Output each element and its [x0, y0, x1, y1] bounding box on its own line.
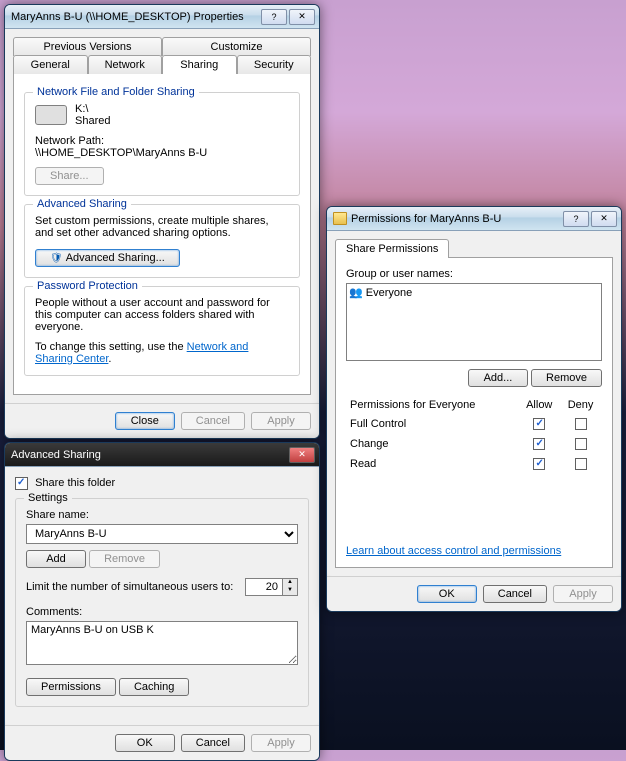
add-share-button[interactable]: Add — [26, 550, 86, 568]
nfs-group: Network File and Folder Sharing K:\ Shar… — [24, 92, 300, 196]
close-button[interactable]: ✕ — [591, 211, 617, 227]
tabs-row-2: General Network Sharing Security — [13, 55, 311, 74]
adv-sharing-group: Advanced Sharing Set custom permissions,… — [24, 204, 300, 278]
share-button[interactable]: Share... — [35, 167, 104, 185]
tab-share-permissions[interactable]: Share Permissions — [335, 239, 449, 258]
users-listbox[interactable]: Everyone — [346, 283, 602, 361]
perm-row-change: Change — [348, 435, 600, 453]
change-deny[interactable] — [575, 438, 587, 450]
allow-header: Allow — [519, 397, 559, 413]
adv-text: Set custom permissions, create multiple … — [35, 215, 289, 239]
perm-panel: Group or user names: Everyone Add... Rem… — [335, 257, 613, 568]
share-name-label: Share name: — [26, 509, 298, 521]
window-title: Permissions for MaryAnns B-U — [351, 213, 561, 225]
adv-body: Share this folder Settings Share name: M… — [5, 467, 319, 725]
permissions-button[interactable]: Permissions — [26, 678, 116, 696]
adv-buttons: OK Cancel Apply — [5, 725, 319, 760]
share-folder-label: Share this folder — [35, 477, 115, 489]
tab-previous-versions[interactable]: Previous Versions — [13, 37, 162, 56]
settings-legend: Settings — [24, 492, 72, 504]
perm-row-full-control: Full Control — [348, 415, 600, 433]
apply-btn[interactable]: Apply — [553, 585, 613, 603]
comments-textarea[interactable]: MaryAnns B-U on USB K — [26, 621, 298, 665]
remove-user-button[interactable]: Remove — [531, 369, 602, 387]
perm-row-read: Read — [348, 455, 600, 473]
close-button[interactable]: ✕ — [289, 9, 315, 25]
properties-buttons: Close Cancel Apply — [5, 403, 319, 438]
add-user-button[interactable]: Add... — [468, 369, 528, 387]
titlebar: Permissions for MaryAnns B-U ? ✕ — [327, 207, 621, 231]
share-name-select[interactable]: MaryAnns B-U — [26, 524, 298, 544]
tab-network[interactable]: Network — [88, 55, 163, 74]
apply-btn[interactable]: Apply — [251, 734, 311, 752]
spin-up[interactable]: ▲ — [283, 579, 297, 587]
ok-btn[interactable]: OK — [417, 585, 477, 603]
pwd-change-line: To change this setting, use the Network … — [35, 341, 289, 365]
full-control-allow[interactable] — [533, 418, 545, 430]
permissions-table: Permissions for Everyone Allow Deny Full… — [346, 395, 602, 475]
people-icon — [349, 287, 363, 299]
permissions-window: Permissions for MaryAnns B-U ? ✕ Share P… — [326, 206, 622, 612]
password-group: Password Protection People without a use… — [24, 286, 300, 376]
perm-body: Share Permissions Group or user names: E… — [327, 231, 621, 576]
perm-for-label: Permissions for Everyone — [348, 397, 517, 413]
read-allow[interactable] — [533, 458, 545, 470]
help-button[interactable]: ? — [261, 9, 287, 25]
user-everyone[interactable]: Everyone — [349, 286, 599, 299]
settings-group: Settings Share name: MaryAnns B-U Add Re… — [15, 498, 309, 707]
advanced-sharing-button[interactable]: Advanced Sharing... — [35, 249, 180, 267]
share-folder-checkbox[interactable] — [15, 477, 28, 490]
tab-customize[interactable]: Customize — [162, 37, 311, 56]
group-user-label: Group or user names: — [346, 268, 602, 280]
tab-security[interactable]: Security — [237, 55, 312, 74]
pwd-text: People without a user account and passwo… — [35, 297, 289, 333]
read-deny[interactable] — [575, 458, 587, 470]
network-path: \\HOME_DESKTOP\MaryAnns B-U — [35, 147, 289, 159]
advanced-sharing-window: Advanced Sharing ✕ Share this folder Set… — [4, 442, 320, 761]
caching-button[interactable]: Caching — [119, 678, 189, 696]
ok-btn[interactable]: OK — [115, 734, 175, 752]
properties-window: MaryAnns B-U (\\HOME_DESKTOP) Properties… — [4, 4, 320, 439]
properties-body: Previous Versions Customize General Netw… — [5, 29, 319, 403]
window-title: Advanced Sharing — [11, 449, 287, 461]
sharing-panel: Network File and Folder Sharing K:\ Shar… — [13, 73, 311, 395]
help-button[interactable]: ? — [563, 211, 589, 227]
tab-general[interactable]: General — [13, 55, 88, 74]
limit-spinner[interactable]: ▲▼ — [245, 578, 298, 596]
folder-icon — [333, 212, 347, 226]
remove-share-button[interactable]: Remove — [89, 550, 160, 568]
cancel-btn[interactable]: Cancel — [181, 734, 245, 752]
spin-down[interactable]: ▼ — [283, 587, 297, 595]
apply-btn[interactable]: Apply — [251, 412, 311, 430]
limit-label: Limit the number of simultaneous users t… — [26, 581, 237, 593]
share-status: Shared — [75, 115, 110, 127]
perm-buttons: OK Cancel Apply — [327, 576, 621, 611]
network-path-label: Network Path: — [35, 135, 289, 147]
titlebar: Advanced Sharing ✕ — [5, 443, 319, 467]
window-title: MaryAnns B-U (\\HOME_DESKTOP) Properties — [11, 11, 259, 23]
comments-label: Comments: — [26, 606, 298, 618]
cancel-btn[interactable]: Cancel — [483, 585, 547, 603]
nfs-legend: Network File and Folder Sharing — [33, 86, 199, 98]
deny-header: Deny — [561, 397, 600, 413]
close-btn[interactable]: Close — [115, 412, 175, 430]
tabs-row-1: Previous Versions Customize — [13, 37, 311, 56]
cancel-btn[interactable]: Cancel — [181, 412, 245, 430]
drive-letter: K:\ — [75, 103, 110, 115]
adv-legend: Advanced Sharing — [33, 198, 131, 210]
tab-sharing[interactable]: Sharing — [162, 55, 237, 74]
limit-input[interactable] — [246, 579, 282, 595]
full-control-deny[interactable] — [575, 418, 587, 430]
drive-icon — [35, 105, 67, 125]
close-button[interactable]: ✕ — [289, 447, 315, 463]
titlebar: MaryAnns B-U (\\HOME_DESKTOP) Properties… — [5, 5, 319, 29]
learn-link[interactable]: Learn about access control and permissio… — [346, 545, 561, 557]
pwd-legend: Password Protection — [33, 280, 142, 292]
change-allow[interactable] — [533, 438, 545, 450]
